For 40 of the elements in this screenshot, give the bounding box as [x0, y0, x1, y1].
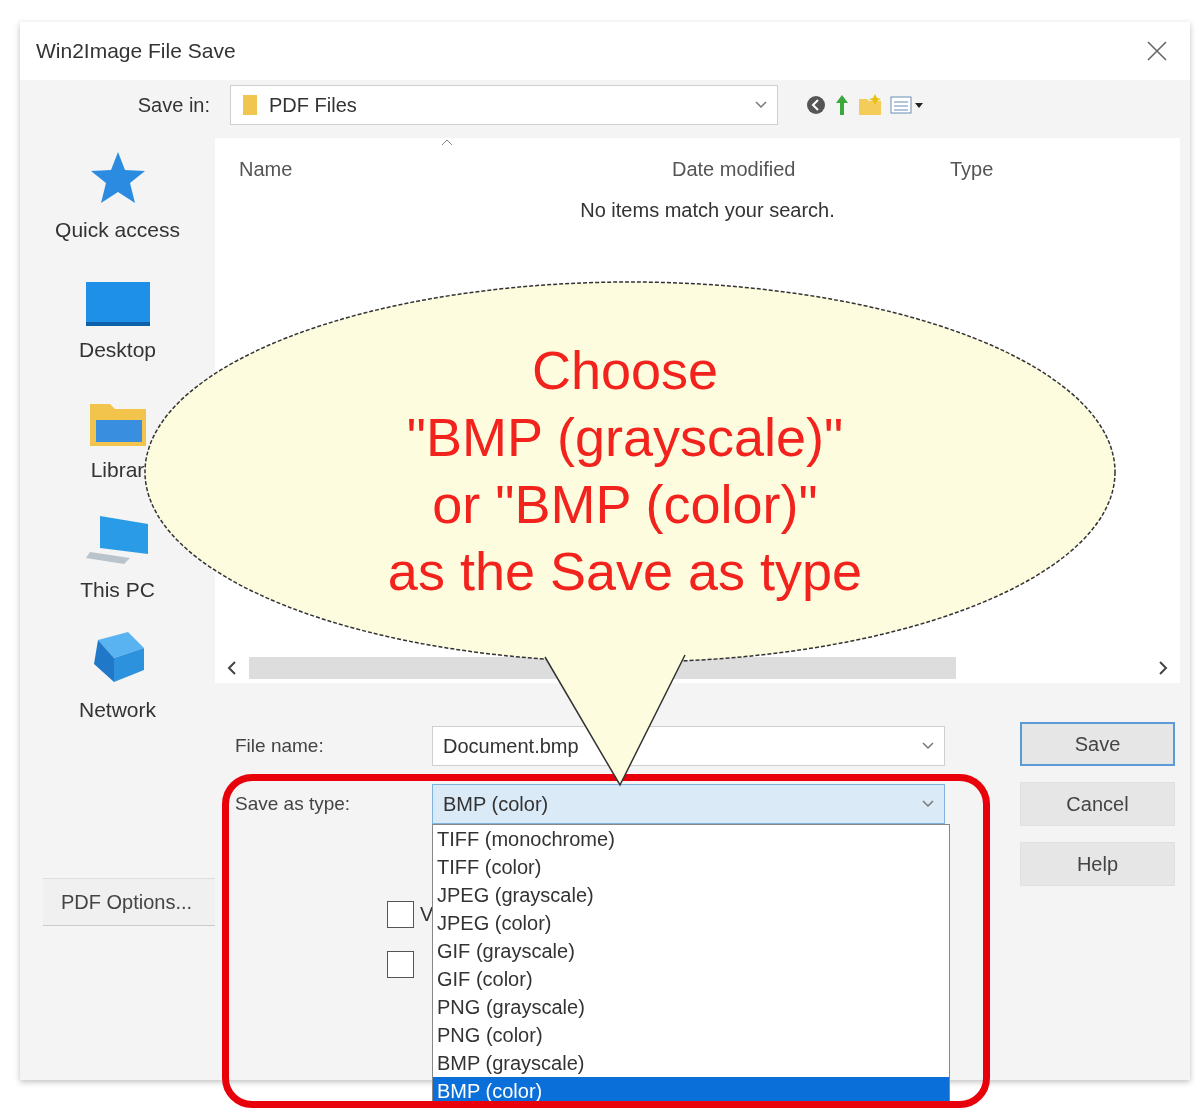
computer-icon — [85, 514, 150, 566]
view-menu-icon — [890, 95, 924, 115]
close-icon — [1146, 40, 1168, 62]
scroll-right-icon — [1158, 660, 1168, 676]
save-in-label: Save in: — [136, 93, 210, 117]
save-as-type-label: Save as type: — [234, 793, 352, 815]
dialog-button[interactable]: Help — [1020, 842, 1175, 886]
desktop-icon — [85, 282, 150, 326]
sidebar-item[interactable]: This PC — [20, 490, 215, 610]
sidebar-item[interactable]: Librar — [20, 370, 215, 490]
file-name-field[interactable]: Document.bmp — [432, 726, 945, 766]
checkbox[interactable] — [387, 901, 414, 928]
up-folder-button[interactable] — [834, 94, 850, 116]
back-button[interactable] — [806, 95, 826, 115]
checkbox[interactable] — [387, 951, 414, 978]
pdf-options-button[interactable]: PDF Options... — [43, 878, 215, 926]
new-folder-icon — [858, 94, 882, 116]
chevron-down-icon — [922, 800, 934, 808]
column-header[interactable]: Date modified — [672, 158, 950, 181]
sidebar-item[interactable]: Network — [20, 610, 215, 730]
save-in-dropdown[interactable]: PDF Files — [230, 85, 778, 125]
folder-icon — [241, 94, 259, 116]
column-header[interactable]: Type — [950, 158, 1180, 181]
file-name-label: File name: — [234, 735, 325, 757]
save-as-type-dropdown[interactable]: BMP (color) — [432, 784, 945, 824]
scroll-left-icon — [227, 660, 237, 676]
empty-message: No items match your search. — [580, 199, 835, 222]
sort-caret-icon — [441, 138, 453, 146]
sidebar-item[interactable]: Desktop — [20, 250, 215, 370]
sidebar-item[interactable]: Quick access — [20, 130, 215, 250]
dialog-button[interactable]: Save — [1020, 722, 1175, 766]
up-arrow-icon — [834, 94, 850, 116]
dialog-button[interactable]: Cancel — [1020, 782, 1175, 826]
view-menu-button[interactable] — [890, 95, 924, 115]
column-header[interactable]: Name — [215, 158, 672, 181]
chevron-down-icon — [755, 101, 767, 109]
checkbox-label: V — [420, 903, 434, 926]
window-title: Win2Image File Save — [36, 39, 236, 63]
chevron-down-icon — [922, 742, 934, 750]
callout-text: Choose "BMP (grayscale)" or "BMP (color)" as the Save as type — [386, 339, 864, 603]
